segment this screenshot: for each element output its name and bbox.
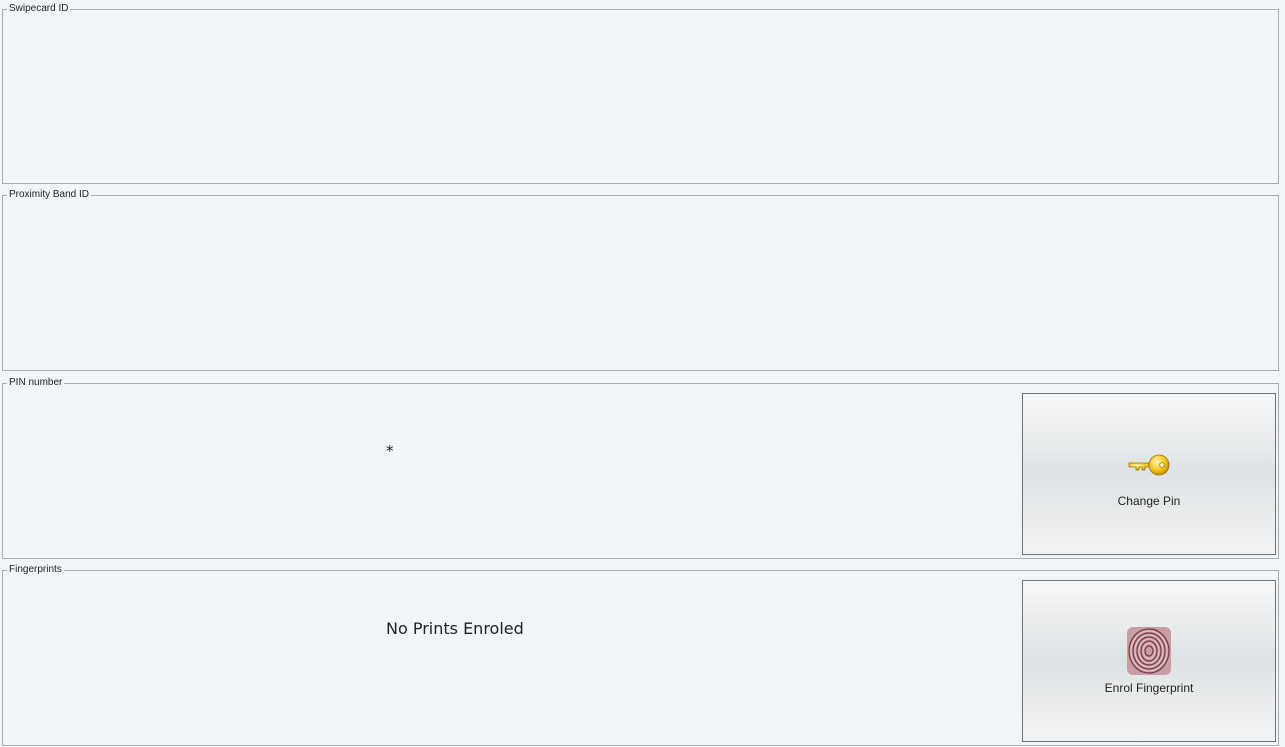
- enrol-fingerprint-label: Enrol Fingerprint: [1104, 681, 1194, 695]
- proximity-band-group: Proximity Band ID: [2, 189, 1279, 371]
- pin-number-group-title: PIN number: [7, 377, 65, 389]
- enrol-fingerprint-button[interactable]: Enrol Fingerprint: [1022, 580, 1276, 742]
- fingerprints-group-title: Fingerprints: [7, 564, 64, 576]
- pin-number-group: PIN number * Change Pin: [2, 377, 1279, 559]
- user-credentials-page: Swipecard ID Proximity Band ID PIN numbe…: [0, 0, 1285, 747]
- swipecard-group: Swipecard ID: [2, 3, 1279, 184]
- fingerprint-icon: [1127, 627, 1171, 675]
- change-pin-button[interactable]: Change Pin: [1022, 393, 1276, 555]
- proximity-band-group-title: Proximity Band ID: [7, 189, 92, 201]
- swipecard-group-title: Swipecard ID: [7, 3, 71, 15]
- pin-masked-value: *: [386, 442, 394, 460]
- fingerprints-group: Fingerprints No Prints Enroled Enrol Fin…: [2, 564, 1279, 746]
- key-icon: [1128, 454, 1170, 476]
- change-pin-label: Change Pin: [1117, 494, 1181, 508]
- fingerprints-status: No Prints Enroled: [386, 619, 524, 638]
